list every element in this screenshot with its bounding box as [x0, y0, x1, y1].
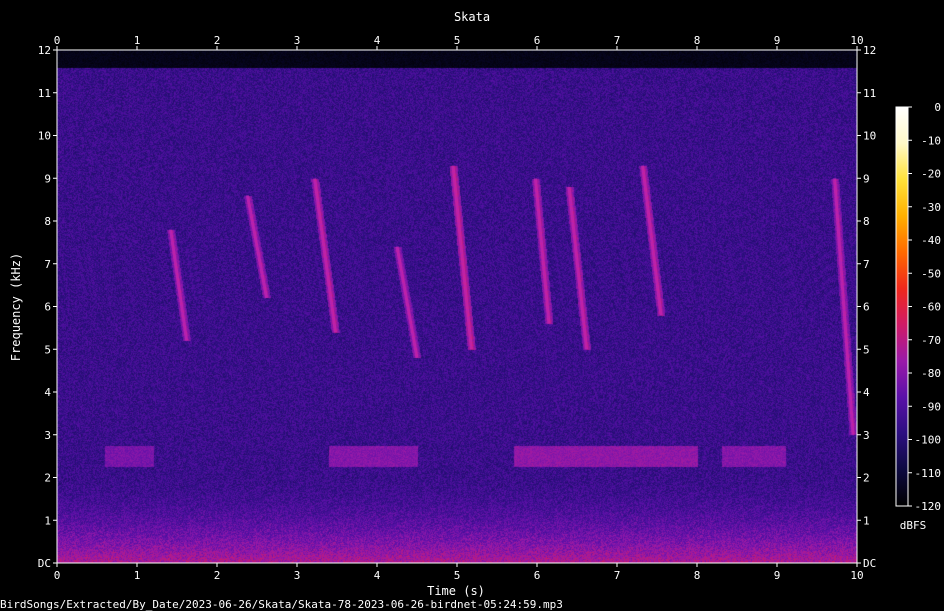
spectrogram-plot-area: [57, 50, 857, 563]
x-tick-label-top: 1: [134, 34, 141, 47]
x-tick-label-top: 8: [694, 34, 701, 47]
y-tick-label-left: 4: [44, 386, 51, 399]
y-tick-label-left: 3: [44, 429, 51, 442]
y-tick-label-right: 2: [863, 472, 870, 485]
y-tick-label-right: 12: [863, 44, 876, 57]
y-tick-label-right: 9: [863, 172, 870, 185]
colorbar-tick-label: -120: [915, 500, 942, 513]
y-tick-label-left: 8: [44, 215, 51, 228]
x-tick-label-top: 3: [294, 34, 301, 47]
colorbar-label: dBFS: [900, 519, 927, 532]
x-tick-label-bottom: 7: [614, 569, 621, 582]
y-tick-label-right: 6: [863, 301, 870, 314]
x-tick-label-top: 2: [214, 34, 221, 47]
x-tick-label-top: 5: [454, 34, 461, 47]
colorbar-tick-label: -50: [921, 267, 941, 280]
chart-title: Skata: [454, 10, 490, 24]
x-tick-label-bottom: 1: [134, 569, 141, 582]
y-tick-label-left: 12: [38, 44, 51, 57]
x-tick-label-top: 9: [774, 34, 781, 47]
colorbar-tick-label: -20: [921, 168, 941, 181]
colorbar-tick-label: -10: [921, 134, 941, 147]
colorbar: 0 -10 -20 -30 -40 -50 -60 -70 -80 -90 -100 -110 -120: [895, 101, 942, 513]
colorbar-tick-label: -30: [921, 201, 941, 214]
x-tick-label-bottom: 3: [294, 569, 301, 582]
y-tick-label-left: 7: [44, 258, 51, 271]
x-tick-label-bottom: 8: [694, 569, 701, 582]
y-tick-label-right: 11: [863, 87, 876, 100]
file-path-caption: BirdSongs/Extracted/By_Date/2023-06-26/S…: [0, 598, 563, 611]
x-tick-label-top: 4: [374, 34, 381, 47]
colorbar-tick-label: -70: [921, 334, 941, 347]
x-tick-label-bottom: 4: [374, 569, 381, 582]
colorbar-tick-label: 0: [934, 101, 941, 114]
colorbar-tick-label: -100: [915, 434, 942, 447]
colorbar-tick-label: -90: [921, 400, 941, 413]
x-tick-label-top: 10: [850, 34, 863, 47]
x-tick-label-bottom: 5: [454, 569, 461, 582]
y-tick-label-left: 2: [44, 472, 51, 485]
colorbar-gradient: [895, 106, 909, 507]
y-tick-label-left: 10: [38, 130, 51, 143]
x-tick-label-bottom: 9: [774, 569, 781, 582]
colorbar-tick-label: -80: [921, 367, 941, 380]
colorbar-tick-label: -60: [921, 301, 941, 314]
y-tick-label-left: 11: [38, 87, 51, 100]
x-tick-label-bottom: 0: [54, 569, 61, 582]
y-tick-label-right: 5: [863, 343, 870, 356]
y-tick-label-left: 6: [44, 301, 51, 314]
x-tick-label-bottom: 10: [850, 569, 863, 582]
x-tick-label-top: 7: [614, 34, 621, 47]
y-tick-label-right: 3: [863, 429, 870, 442]
colorbar-tick-label: -40: [921, 234, 941, 247]
y-tick-label-right: 4: [863, 386, 870, 399]
colorbar-tick-label: -110: [915, 467, 942, 480]
y-tick-label-right: 8: [863, 215, 870, 228]
x-axis-label: Time (s): [427, 584, 485, 598]
x-tick-label-bottom: 2: [214, 569, 221, 582]
y-tick-label-left: 5: [44, 343, 51, 356]
y-tick-label-left: DC: [38, 557, 51, 570]
spectrogram-image: [57, 50, 857, 563]
y-tick-label-right: 10: [863, 130, 876, 143]
y-tick-label-left: 9: [44, 172, 51, 185]
y-tick-label-right: 7: [863, 258, 870, 271]
y-tick-label-right: 1: [863, 514, 870, 527]
x-tick-label-bottom: 6: [534, 569, 541, 582]
spectrogram-chart: Skata 001122334455667788991010DC DC1 12 23 3…: [0, 10, 942, 611]
y-axis-label: Frequency (kHz): [9, 253, 23, 361]
x-tick-label-top: 6: [534, 34, 541, 47]
y-tick-label-left: 1: [44, 514, 51, 527]
x-tick-label-top: 0: [54, 34, 61, 47]
y-tick-label-right: DC: [863, 557, 876, 570]
